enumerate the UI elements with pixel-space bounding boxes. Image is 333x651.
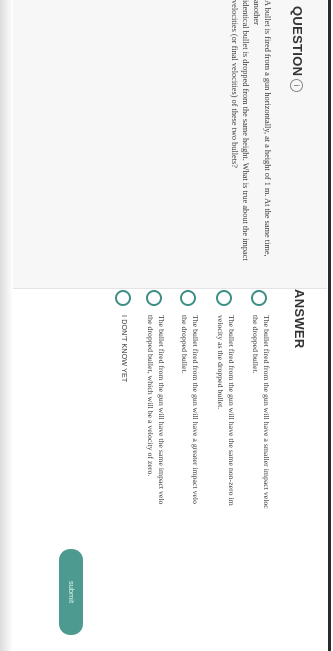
- option-label-line: velocity as the dropped bullet.: [216, 315, 226, 410]
- option-label-line: The bullet fired from the gun will have …: [157, 315, 166, 505]
- question-line: velocities (or final velocities) of thes…: [230, 0, 239, 168]
- top-divider: [328, 0, 331, 651]
- option-label-line: the dropped bullet, which will be a velo…: [146, 315, 156, 477]
- radio-button[interactable]: [146, 290, 162, 306]
- answer-panel: ANSWER The bullet fired from the gun wil…: [0, 289, 327, 651]
- option-label-line: I DON'T KNOW YET: [120, 315, 129, 383]
- bottom-edge-shadow: [0, 0, 13, 651]
- question-panel: QUESTION i A bullet is fired from a gun h…: [0, 0, 327, 289]
- radio-button[interactable]: [216, 290, 232, 306]
- option-label-line: the dropped bullet.: [251, 315, 261, 374]
- question-line: identical bullet is dropped from the sam…: [241, 0, 250, 261]
- answer-option-zero-velocity[interactable]: The bullet fired from the gun will have …: [134, 289, 170, 651]
- quiz-page: QUESTION i A bullet is fired from a gun h…: [0, 0, 333, 651]
- option-label-line: The bullet fired from the gun will have …: [191, 315, 200, 505]
- option-label-line: the dropped bullet.: [180, 315, 190, 374]
- answer-option-dont-know[interactable]: I DON'T KNOW YET: [103, 289, 139, 651]
- answer-heading: ANSWER: [292, 289, 307, 349]
- option-label-line: The bullet fired from the gun will have …: [262, 315, 271, 509]
- answer-option-smaller-velocity[interactable]: The bullet fired from the gun will have …: [239, 289, 275, 651]
- option-label-line: The bullet fired from the gun will have …: [227, 315, 236, 506]
- option-label: The bullet fired from the gun will have …: [145, 315, 167, 651]
- radio-button[interactable]: [115, 290, 131, 306]
- option-label: I DON'T KNOW YET: [119, 315, 129, 651]
- answer-option-greater-velocity[interactable]: The bullet fired from the gun will have …: [168, 289, 204, 651]
- radio-button[interactable]: [251, 290, 267, 306]
- question-heading: QUESTION i: [290, 6, 305, 93]
- viewport: QUESTION i A bullet is fired from a gun h…: [0, 0, 333, 651]
- question-text: A bullet is fired from a gun horizontall…: [229, 0, 273, 275]
- radio-button[interactable]: [180, 290, 196, 306]
- option-label: The bullet fired from the gun will have …: [215, 315, 237, 651]
- option-label: The bullet fired from the gun will have …: [179, 315, 201, 651]
- option-label: The bullet fired from the gun will have …: [250, 315, 272, 651]
- submit-button[interactable]: submit: [59, 549, 83, 635]
- answer-option-same-nonzero-velocity[interactable]: The bullet fired from the gun will have …: [204, 289, 240, 651]
- question-heading-text: QUESTION: [290, 6, 305, 77]
- question-line: A bullet is fired from a gun horizontall…: [252, 0, 272, 257]
- info-icon[interactable]: i: [290, 79, 303, 93]
